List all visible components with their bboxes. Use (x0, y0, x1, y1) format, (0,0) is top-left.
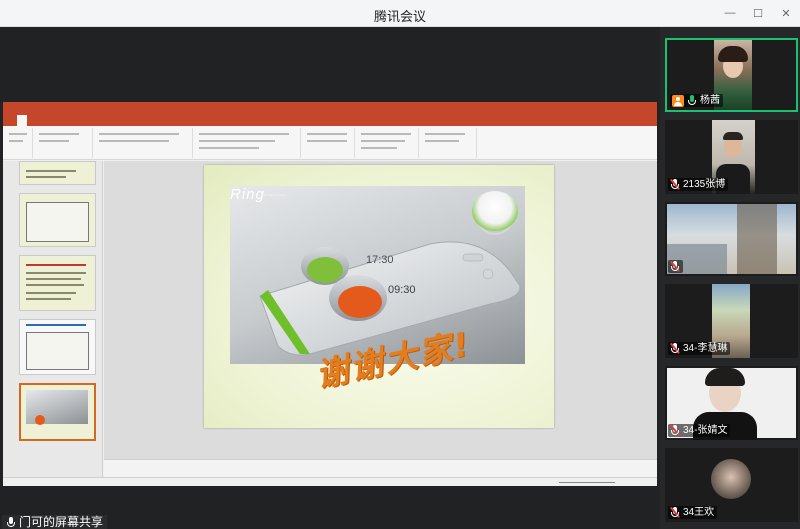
shared-powerpoint-window: ​ ​ ​ ​ ​ ​ ​ ​ ​ ​ ​ ​ ​ ​ ​ (3, 102, 657, 486)
ribbon-tab[interactable]: ​ (67, 115, 77, 126)
title-bar: 腾讯会议 — ☐ ✕ (0, 0, 800, 27)
slide-thumbnail[interactable] (19, 255, 96, 311)
ppt-ribbon (3, 126, 657, 160)
time-label-bottom: 09:30 (388, 284, 416, 296)
participant-tile[interactable]: 34-李慧琳 (665, 284, 798, 358)
notes-pane[interactable] (104, 459, 657, 477)
ppt-status-bar (3, 477, 657, 486)
participant-tile[interactable]: 34王欢 (665, 448, 798, 522)
screen-share-label-text: 门可的屏幕共享 (19, 515, 104, 529)
ribbon-tab[interactable]: ​ (97, 115, 107, 126)
slide-thumbnail-pane (3, 161, 103, 477)
participant-tile[interactable]: 杨茜 (665, 38, 798, 112)
participant-tile[interactable]: 2135张博 (665, 120, 798, 194)
ribbon-tab[interactable]: ​ (107, 115, 117, 126)
slide-thumbnail[interactable] (19, 319, 96, 375)
participant-name-tag: 34-张婧文 (668, 424, 731, 437)
microphone-muted-icon (669, 507, 680, 518)
minimize-icon[interactable]: — (716, 0, 744, 26)
participant-name-tag: 34-李慧琳 (668, 342, 731, 355)
microphone-icon (687, 95, 697, 106)
ribbon-tab[interactable]: ​ (147, 115, 157, 126)
slide-thumbnail[interactable] (19, 193, 96, 247)
ribbon-tab[interactable]: ​ (47, 115, 57, 126)
close-icon[interactable]: ✕ (772, 0, 800, 26)
window-controls: — ☐ ✕ (716, 0, 800, 26)
ribbon-tab[interactable]: ​ (137, 115, 147, 126)
ribbon-group-arrange[interactable] (357, 128, 419, 158)
host-icon (672, 94, 684, 107)
participant-name-tag: 2135张博 (668, 178, 729, 191)
ribbon-group-font[interactable] (95, 128, 193, 158)
ribbon-group-slides[interactable] (35, 128, 93, 158)
microphone-muted-icon (669, 261, 680, 272)
ribbon-group-editing[interactable] (421, 128, 477, 158)
ribbon-tab[interactable]: ​ (117, 115, 127, 126)
screen-share-label: 门可的屏幕共享 (2, 515, 108, 529)
ring-icon-graphic (472, 191, 518, 231)
shared-screen-area: ​ ​ ​ ​ ​ ​ ​ ​ ​ ​ ​ ​ ​ ​ ​ (0, 27, 660, 529)
ribbon-tab[interactable]: ​ (77, 115, 87, 126)
participant-list: 杨茜 2135张博 34-李慧琳 34-张婧文 34王欢 (660, 27, 800, 529)
ppt-title-bar (3, 102, 657, 115)
ribbon-tab[interactable]: ​ (87, 115, 97, 126)
ribbon-tab[interactable]: ​ (127, 115, 137, 126)
slide-thumbnail-selected[interactable] (19, 383, 96, 441)
ribbon-tab[interactable]: ​ (57, 115, 67, 126)
slide-thumbnail[interactable] (19, 161, 96, 185)
microphone-muted-icon (669, 425, 680, 436)
meeting-window: 腾讯会议 — ☐ ✕ ​ ​ ​ ​ ​ ​ ​ ​ ​ ​ ​ ​ ​ (0, 0, 800, 529)
ppt-ribbon-tabs: ​ ​ ​ ​ ​ ​ ​ ​ ​ ​ ​ ​ ​ ​ ​ (3, 115, 657, 126)
slide-brand-text: Ring (230, 186, 265, 203)
participant-name: 34王欢 (683, 507, 715, 518)
time-label-top: 17:30 (366, 254, 394, 266)
ribbon-group-paragraph[interactable] (195, 128, 301, 158)
participant-name: 2135张博 (683, 179, 726, 190)
ribbon-tab[interactable]: ​ (37, 115, 47, 126)
participant-tile[interactable]: 34-张婧文 (665, 366, 798, 440)
participant-name: 34-张婧文 (683, 425, 728, 436)
current-slide[interactable]: Ring weighsought 17:30 09:30 谢谢大家! (204, 165, 554, 428)
ribbon-tab[interactable]: ​ (27, 115, 37, 126)
ribbon-tab-active[interactable]: ​ (17, 115, 27, 126)
microphone-muted-icon (669, 179, 680, 190)
participant-name: 杨茜 (700, 95, 720, 106)
participant-name-tag (668, 260, 683, 273)
participant-name: 34-李慧琳 (683, 343, 728, 354)
ribbon-group-drawing[interactable] (303, 128, 355, 158)
zoom-slider[interactable] (559, 482, 615, 483)
participant-name-tag: 34王欢 (668, 506, 718, 519)
participant-name-tag: 杨茜 (670, 94, 723, 107)
participant-avatar (711, 459, 751, 499)
microphone-icon (6, 516, 16, 528)
maximize-icon[interactable]: ☐ (744, 0, 772, 26)
ribbon-tab[interactable]: ​ (7, 115, 17, 126)
microphone-muted-icon (669, 343, 680, 354)
participant-tile[interactable] (665, 202, 798, 276)
participant-video (667, 204, 796, 274)
slide-brand-subtext: weighsought (264, 192, 287, 197)
slide-edit-area: Ring weighsought 17:30 09:30 谢谢大家! (104, 161, 657, 477)
app-title: 腾讯会议 (373, 9, 426, 24)
ribbon-group-clipboard[interactable] (5, 128, 33, 158)
